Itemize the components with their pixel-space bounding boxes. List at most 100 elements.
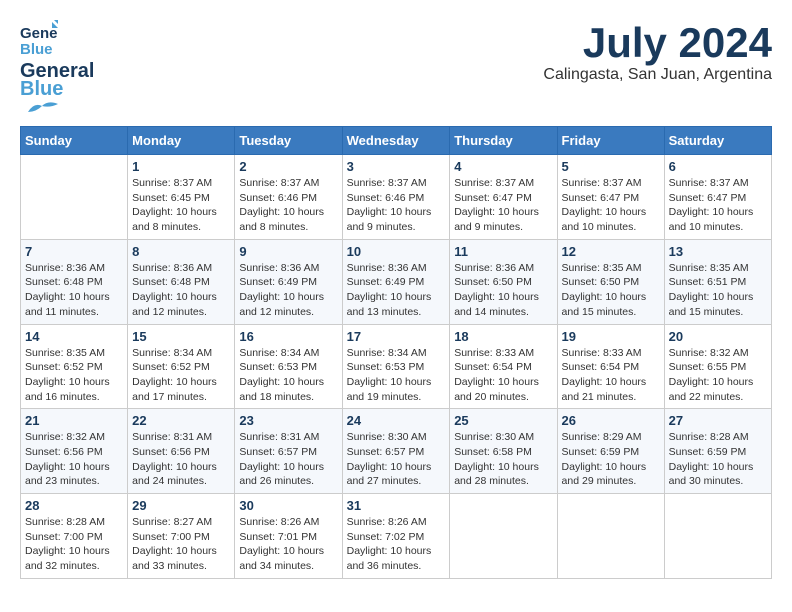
- day-info: Sunrise: 8:31 AM Sunset: 6:57 PM Dayligh…: [239, 430, 337, 489]
- calendar-week: 7 Sunrise: 8:36 AM Sunset: 6:48 PM Dayli…: [21, 239, 772, 324]
- day-info: Sunrise: 8:30 AM Sunset: 6:58 PM Dayligh…: [454, 430, 552, 489]
- calendar-cell: 28 Sunrise: 8:28 AM Sunset: 7:00 PM Dayl…: [21, 494, 128, 579]
- day-number: 17: [347, 329, 446, 344]
- calendar-cell: 5 Sunrise: 8:37 AM Sunset: 6:47 PM Dayli…: [557, 155, 664, 240]
- weekday-header: Monday: [128, 127, 235, 155]
- calendar-cell: 30 Sunrise: 8:26 AM Sunset: 7:01 PM Dayl…: [235, 494, 342, 579]
- day-info: Sunrise: 8:37 AM Sunset: 6:47 PM Dayligh…: [562, 176, 660, 235]
- day-info: Sunrise: 8:28 AM Sunset: 7:00 PM Dayligh…: [25, 515, 123, 574]
- weekday-header: Wednesday: [342, 127, 450, 155]
- calendar-cell: 24 Sunrise: 8:30 AM Sunset: 6:57 PM Dayl…: [342, 409, 450, 494]
- calendar-cell: 23 Sunrise: 8:31 AM Sunset: 6:57 PM Dayl…: [235, 409, 342, 494]
- day-number: 27: [669, 413, 767, 428]
- day-info: Sunrise: 8:29 AM Sunset: 6:59 PM Dayligh…: [562, 430, 660, 489]
- day-number: 10: [347, 244, 446, 259]
- page-header: General Blue General Blue July 2024 Cali…: [20, 20, 772, 116]
- calendar-cell: 7 Sunrise: 8:36 AM Sunset: 6:48 PM Dayli…: [21, 239, 128, 324]
- day-number: 19: [562, 329, 660, 344]
- logo-icon: General Blue: [20, 20, 58, 58]
- day-number: 24: [347, 413, 446, 428]
- logo: General Blue General Blue: [20, 20, 94, 116]
- day-number: 9: [239, 244, 337, 259]
- calendar-cell: 20 Sunrise: 8:32 AM Sunset: 6:55 PM Dayl…: [664, 324, 771, 409]
- weekday-header: Friday: [557, 127, 664, 155]
- calendar-cell: 26 Sunrise: 8:29 AM Sunset: 6:59 PM Dayl…: [557, 409, 664, 494]
- day-number: 13: [669, 244, 767, 259]
- calendar-cell: 11 Sunrise: 8:36 AM Sunset: 6:50 PM Dayl…: [450, 239, 557, 324]
- calendar-cell: 27 Sunrise: 8:28 AM Sunset: 6:59 PM Dayl…: [664, 409, 771, 494]
- day-info: Sunrise: 8:27 AM Sunset: 7:00 PM Dayligh…: [132, 515, 230, 574]
- month-title: July 2024: [543, 20, 772, 66]
- day-info: Sunrise: 8:35 AM Sunset: 6:52 PM Dayligh…: [25, 346, 123, 405]
- day-info: Sunrise: 8:26 AM Sunset: 7:01 PM Dayligh…: [239, 515, 337, 574]
- day-info: Sunrise: 8:36 AM Sunset: 6:48 PM Dayligh…: [132, 261, 230, 320]
- calendar-week: 14 Sunrise: 8:35 AM Sunset: 6:52 PM Dayl…: [21, 324, 772, 409]
- day-info: Sunrise: 8:30 AM Sunset: 6:57 PM Dayligh…: [347, 430, 446, 489]
- day-number: 23: [239, 413, 337, 428]
- calendar-cell: 3 Sunrise: 8:37 AM Sunset: 6:46 PM Dayli…: [342, 155, 450, 240]
- calendar-cell: [557, 494, 664, 579]
- day-info: Sunrise: 8:36 AM Sunset: 6:49 PM Dayligh…: [347, 261, 446, 320]
- calendar-cell: 21 Sunrise: 8:32 AM Sunset: 6:56 PM Dayl…: [21, 409, 128, 494]
- calendar-cell: 17 Sunrise: 8:34 AM Sunset: 6:53 PM Dayl…: [342, 324, 450, 409]
- calendar-cell: 9 Sunrise: 8:36 AM Sunset: 6:49 PM Dayli…: [235, 239, 342, 324]
- day-info: Sunrise: 8:32 AM Sunset: 6:55 PM Dayligh…: [669, 346, 767, 405]
- day-number: 16: [239, 329, 337, 344]
- day-info: Sunrise: 8:35 AM Sunset: 6:50 PM Dayligh…: [562, 261, 660, 320]
- day-info: Sunrise: 8:36 AM Sunset: 6:48 PM Dayligh…: [25, 261, 123, 320]
- calendar-cell: 1 Sunrise: 8:37 AM Sunset: 6:45 PM Dayli…: [128, 155, 235, 240]
- day-info: Sunrise: 8:34 AM Sunset: 6:52 PM Dayligh…: [132, 346, 230, 405]
- weekday-header: Thursday: [450, 127, 557, 155]
- day-number: 22: [132, 413, 230, 428]
- calendar-cell: 4 Sunrise: 8:37 AM Sunset: 6:47 PM Dayli…: [450, 155, 557, 240]
- day-number: 29: [132, 498, 230, 513]
- calendar-cell: 8 Sunrise: 8:36 AM Sunset: 6:48 PM Dayli…: [128, 239, 235, 324]
- day-number: 14: [25, 329, 123, 344]
- svg-text:Blue: Blue: [20, 41, 53, 58]
- logo-bird-icon: [20, 98, 64, 116]
- location: Calingasta, San Juan, Argentina: [543, 66, 772, 84]
- weekday-header: Tuesday: [235, 127, 342, 155]
- day-number: 15: [132, 329, 230, 344]
- day-info: Sunrise: 8:37 AM Sunset: 6:47 PM Dayligh…: [669, 176, 767, 235]
- calendar-cell: 25 Sunrise: 8:30 AM Sunset: 6:58 PM Dayl…: [450, 409, 557, 494]
- day-number: 3: [347, 159, 446, 174]
- calendar-cell: 18 Sunrise: 8:33 AM Sunset: 6:54 PM Dayl…: [450, 324, 557, 409]
- calendar-cell: [450, 494, 557, 579]
- calendar-table: SundayMondayTuesdayWednesdayThursdayFrid…: [20, 126, 772, 579]
- day-number: 25: [454, 413, 552, 428]
- day-info: Sunrise: 8:34 AM Sunset: 6:53 PM Dayligh…: [347, 346, 446, 405]
- day-info: Sunrise: 8:36 AM Sunset: 6:49 PM Dayligh…: [239, 261, 337, 320]
- calendar-cell: 14 Sunrise: 8:35 AM Sunset: 6:52 PM Dayl…: [21, 324, 128, 409]
- calendar-week: 1 Sunrise: 8:37 AM Sunset: 6:45 PM Dayli…: [21, 155, 772, 240]
- day-info: Sunrise: 8:36 AM Sunset: 6:50 PM Dayligh…: [454, 261, 552, 320]
- day-number: 26: [562, 413, 660, 428]
- calendar-cell: [21, 155, 128, 240]
- calendar-header: SundayMondayTuesdayWednesdayThursdayFrid…: [21, 127, 772, 155]
- day-info: Sunrise: 8:31 AM Sunset: 6:56 PM Dayligh…: [132, 430, 230, 489]
- calendar-cell: 13 Sunrise: 8:35 AM Sunset: 6:51 PM Dayl…: [664, 239, 771, 324]
- day-number: 6: [669, 159, 767, 174]
- calendar-cell: 22 Sunrise: 8:31 AM Sunset: 6:56 PM Dayl…: [128, 409, 235, 494]
- calendar-cell: 15 Sunrise: 8:34 AM Sunset: 6:52 PM Dayl…: [128, 324, 235, 409]
- day-number: 18: [454, 329, 552, 344]
- calendar-cell: 2 Sunrise: 8:37 AM Sunset: 6:46 PM Dayli…: [235, 155, 342, 240]
- day-number: 11: [454, 244, 552, 259]
- weekday-header: Sunday: [21, 127, 128, 155]
- day-number: 4: [454, 159, 552, 174]
- calendar-week: 21 Sunrise: 8:32 AM Sunset: 6:56 PM Dayl…: [21, 409, 772, 494]
- weekday-header: Saturday: [664, 127, 771, 155]
- day-number: 1: [132, 159, 230, 174]
- day-number: 28: [25, 498, 123, 513]
- calendar-week: 28 Sunrise: 8:28 AM Sunset: 7:00 PM Dayl…: [21, 494, 772, 579]
- day-info: Sunrise: 8:33 AM Sunset: 6:54 PM Dayligh…: [454, 346, 552, 405]
- calendar-cell: 10 Sunrise: 8:36 AM Sunset: 6:49 PM Dayl…: [342, 239, 450, 324]
- day-info: Sunrise: 8:32 AM Sunset: 6:56 PM Dayligh…: [25, 430, 123, 489]
- day-info: Sunrise: 8:33 AM Sunset: 6:54 PM Dayligh…: [562, 346, 660, 405]
- day-number: 20: [669, 329, 767, 344]
- day-info: Sunrise: 8:35 AM Sunset: 6:51 PM Dayligh…: [669, 261, 767, 320]
- day-info: Sunrise: 8:37 AM Sunset: 6:45 PM Dayligh…: [132, 176, 230, 235]
- calendar-cell: [664, 494, 771, 579]
- day-number: 21: [25, 413, 123, 428]
- day-info: Sunrise: 8:37 AM Sunset: 6:46 PM Dayligh…: [347, 176, 446, 235]
